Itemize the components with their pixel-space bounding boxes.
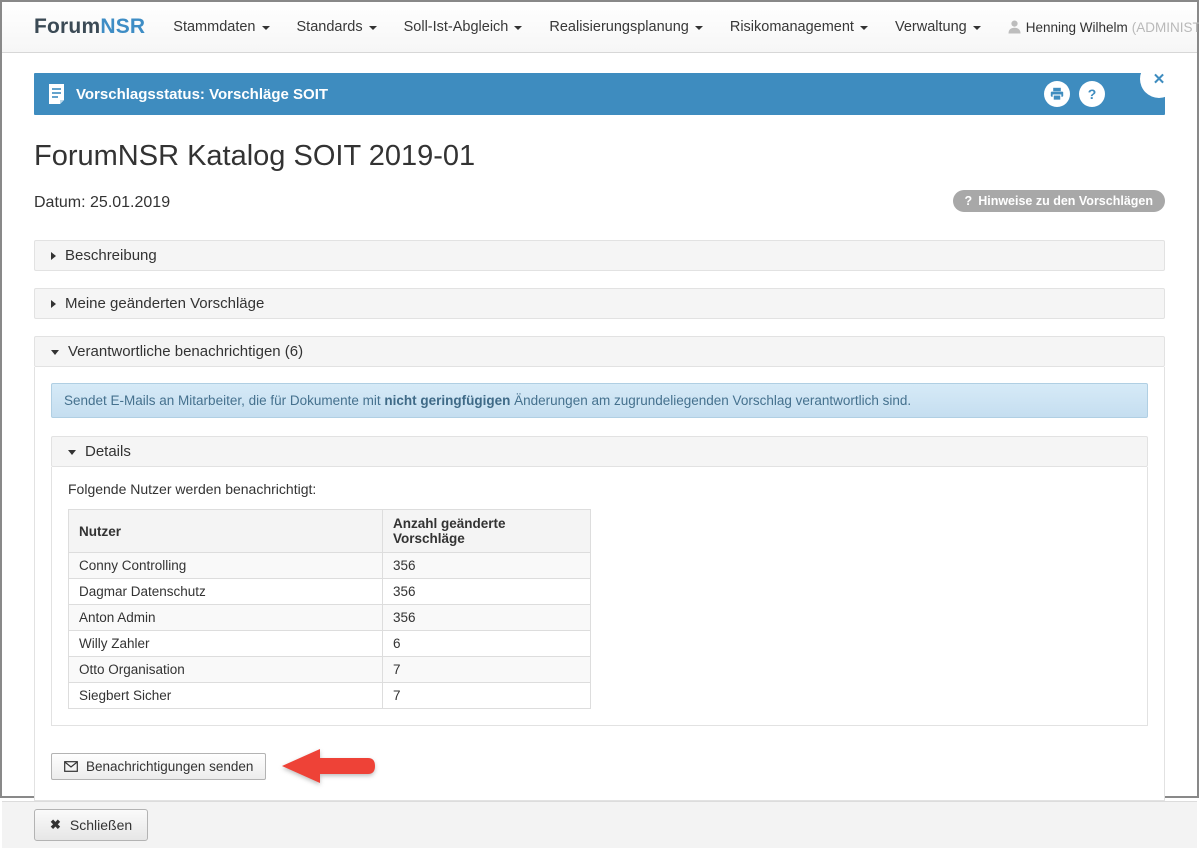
accordion-meine-vorschlaege: Meine geänderten Vorschläge	[34, 288, 1165, 319]
chevron-down-icon	[51, 350, 59, 355]
chevron-down-icon	[860, 26, 868, 30]
nav-item-soll-ist-abgleich[interactable]: Soll-Ist-Abgleich	[404, 19, 523, 35]
nav-item-label: Standards	[297, 19, 363, 35]
nav-item-verwaltung[interactable]: Verwaltung	[895, 19, 981, 35]
dialog-close-button[interactable]: ✕	[1140, 60, 1178, 98]
chevron-down-icon	[695, 26, 703, 30]
accordion-label: Verantwortliche benachrichtigen (6)	[68, 343, 303, 360]
info-text-bold: nicht geringfügigen	[384, 393, 510, 408]
brand-part2: NSR	[100, 15, 145, 38]
user-icon	[1008, 20, 1021, 34]
close-page-button[interactable]: ✖ Schließen	[34, 809, 148, 841]
main-content: Vorschlagsstatus: Vorschläge SOIT ? ✕ Fo…	[2, 53, 1197, 801]
table-row: Anton Admin 356	[69, 605, 591, 631]
page: { "navbar": { "brand_part1": "Forum", "b…	[0, 0, 1199, 798]
close-icon: ✕	[1153, 70, 1166, 88]
close-page-label: Schließen	[70, 817, 132, 833]
chevron-down-icon	[68, 450, 76, 455]
user-name: Henning Wilhelm	[1026, 20, 1128, 35]
cell-count: 356	[383, 553, 591, 579]
dialog-title: Vorschlagsstatus: Vorschläge SOIT	[76, 86, 328, 103]
send-notifications-label: Benachrichtigungen senden	[86, 759, 253, 774]
dialog-title-bar: Vorschlagsstatus: Vorschläge SOIT ? ✕	[34, 73, 1165, 115]
annotation-arrow	[282, 748, 377, 784]
accordion-label: Beschreibung	[65, 247, 157, 264]
printer-icon	[1050, 87, 1064, 101]
cell-user: Conny Controlling	[69, 553, 383, 579]
chevron-down-icon	[369, 26, 377, 30]
accordion-header-beschreibung[interactable]: Beschreibung	[34, 240, 1165, 271]
column-header-nutzer: Nutzer	[69, 510, 383, 553]
table-row: Willy Zahler 6	[69, 631, 591, 657]
table-row: Siegbert Sicher 7	[69, 683, 591, 709]
table-row: Otto Organisation 7	[69, 657, 591, 683]
cell-user: Willy Zahler	[69, 631, 383, 657]
chevron-right-icon	[51, 252, 56, 260]
chevron-down-icon	[973, 26, 981, 30]
chevron-right-icon	[51, 300, 56, 308]
table-row: Dagmar Datenschutz 356	[69, 579, 591, 605]
table-header-row: Nutzer Anzahl geänderte Vorschläge	[69, 510, 591, 553]
accordion-label: Meine geänderten Vorschläge	[65, 295, 264, 312]
nav-item-label: Verwaltung	[895, 19, 967, 35]
document-icon	[48, 84, 65, 104]
cell-user: Dagmar Datenschutz	[69, 579, 383, 605]
accordion-header-meine-vorschlaege[interactable]: Meine geänderten Vorschläge	[34, 288, 1165, 319]
hints-badge-label: Hinweise zu den Vorschlägen	[978, 194, 1153, 208]
info-text-post: Änderungen am zugrundeliegenden Vorschla…	[510, 393, 911, 408]
date-label: Datum: 25.01.2019	[34, 194, 170, 212]
brand-part1: Forum	[34, 15, 100, 38]
accordion-header-details[interactable]: Details	[51, 436, 1148, 467]
cell-count: 7	[383, 683, 591, 709]
footer-bar: ✖ Schließen	[2, 801, 1197, 848]
top-navbar: ForumNSR Stammdaten Standards Soll-Ist-A…	[2, 2, 1197, 53]
app-logo[interactable]: ForumNSR	[34, 15, 145, 39]
print-button[interactable]	[1044, 81, 1070, 107]
accordion-body-details: Folgende Nutzer werden benachrichtigt: N…	[51, 467, 1148, 726]
nav-item-label: Stammdaten	[173, 19, 255, 35]
cell-count: 356	[383, 605, 591, 631]
cell-user: Otto Organisation	[69, 657, 383, 683]
question-mark-icon: ?	[1088, 86, 1097, 102]
notify-intro-text: Folgende Nutzer werden benachrichtigt:	[68, 481, 1131, 497]
cell-user: Anton Admin	[69, 605, 383, 631]
dialog-toolbar: ?	[1044, 81, 1105, 107]
nav-item-label: Risikomanagement	[730, 19, 854, 35]
send-notifications-button[interactable]: Benachrichtigungen senden	[51, 753, 266, 780]
accordion-body-verantwortliche: Sendet E-Mails an Mitarbeiter, die für D…	[34, 367, 1165, 801]
table-row: Conny Controlling 356	[69, 553, 591, 579]
nav-item-stammdaten[interactable]: Stammdaten	[173, 19, 269, 35]
send-row: Benachrichtigungen senden	[51, 748, 1148, 784]
nav-item-realisierungsplanung[interactable]: Realisierungsplanung	[549, 19, 702, 35]
accordion-label: Details	[85, 443, 131, 460]
cell-count: 356	[383, 579, 591, 605]
date-row: Datum: 25.01.2019 ? Hinweise zu den Vorsc…	[34, 190, 1165, 212]
cell-user: Siegbert Sicher	[69, 683, 383, 709]
hints-badge[interactable]: ? Hinweise zu den Vorschlägen	[953, 190, 1165, 212]
question-mark-icon: ?	[965, 194, 973, 208]
info-message: Sendet E-Mails an Mitarbeiter, die für D…	[51, 383, 1148, 418]
nav-item-label: Realisierungsplanung	[549, 19, 688, 35]
accordion-beschreibung: Beschreibung	[34, 240, 1165, 271]
user-menu[interactable]: Henning Wilhelm (ADMINISTRATOR)	[1008, 20, 1199, 35]
chevron-down-icon	[262, 26, 270, 30]
chevron-down-icon	[514, 26, 522, 30]
info-text-pre: Sendet E-Mails an Mitarbeiter, die für D…	[64, 393, 384, 408]
accordion-verantwortliche: Verantwortliche benachrichtigen (6) Send…	[34, 336, 1165, 801]
nav-item-label: Soll-Ist-Abgleich	[404, 19, 509, 35]
x-icon: ✖	[50, 817, 61, 833]
envelope-icon	[64, 761, 78, 772]
accordion-header-verantwortliche[interactable]: Verantwortliche benachrichtigen (6)	[34, 336, 1165, 367]
users-table: Nutzer Anzahl geänderte Vorschläge Conny…	[68, 509, 591, 709]
nav-item-standards[interactable]: Standards	[297, 19, 377, 35]
accordion-details: Details Folgende Nutzer werden benachric…	[51, 436, 1148, 726]
page-title: ForumNSR Katalog SOIT 2019-01	[34, 140, 1165, 173]
nav-item-risikomanagement[interactable]: Risikomanagement	[730, 19, 868, 35]
cell-count: 7	[383, 657, 591, 683]
cell-count: 6	[383, 631, 591, 657]
column-header-anzahl: Anzahl geänderte Vorschläge	[383, 510, 591, 553]
user-role: (ADMINISTRATOR)	[1132, 20, 1199, 35]
red-arrow-left-icon	[282, 748, 377, 784]
help-button[interactable]: ?	[1079, 81, 1105, 107]
